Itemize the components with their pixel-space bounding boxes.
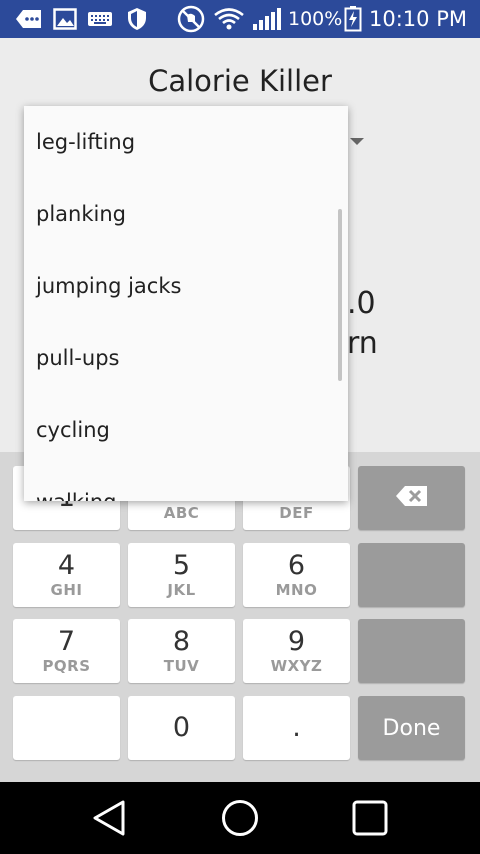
key-4[interactable]: 4 GHI: [13, 543, 120, 607]
exercise-dropdown: leg-lifting planking jumping jacks pull-…: [24, 106, 348, 501]
backspace-key[interactable]: [358, 466, 465, 530]
key-letters: ABC: [163, 504, 200, 522]
key-7[interactable]: 7 PQRS: [13, 619, 120, 683]
key-decimal[interactable]: .: [243, 696, 350, 760]
dropdown-item-jumping-jacks[interactable]: jumping jacks: [24, 250, 348, 322]
wifi-icon: [212, 7, 246, 31]
app-title: Calorie Killer: [148, 64, 332, 98]
clock: 10:10 PM: [369, 7, 467, 31]
message-icon: [14, 7, 44, 31]
blank-function-key[interactable]: [358, 619, 465, 683]
key-9[interactable]: 9 WXYZ: [243, 619, 350, 683]
signal-icon: [250, 7, 284, 31]
backspace-icon: [395, 485, 429, 511]
image-icon: [52, 7, 78, 31]
result-label: rn: [347, 326, 378, 361]
done-button[interactable]: Done: [358, 696, 465, 760]
key-number: 0: [172, 712, 191, 743]
key-letters: JKL: [167, 581, 196, 599]
back-icon[interactable]: [89, 798, 129, 838]
numeric-keyboard: 1 2 ABC 3 DEF 4 GHI 5 JKL 6 MNO 7 PQRS 8…: [0, 452, 480, 782]
dropdown-item-pull-ups[interactable]: pull-ups: [24, 322, 348, 394]
dropdown-item-walking[interactable]: walking: [24, 466, 348, 501]
done-label: Done: [382, 715, 441, 741]
spinner-arrow-icon[interactable]: [350, 138, 364, 145]
key-letters: DEF: [279, 504, 314, 522]
key-number: 4: [57, 550, 76, 581]
recents-icon[interactable]: [350, 798, 390, 838]
battery-charging-icon: [342, 6, 364, 32]
key-number: 6: [287, 550, 306, 581]
dropdown-item-leg-lifting[interactable]: leg-lifting: [24, 106, 348, 178]
key-5[interactable]: 5 JKL: [128, 543, 235, 607]
status-bar: 100% 10:10 PM: [0, 0, 480, 38]
key-letters: MNO: [275, 581, 318, 599]
key-letters: PQRS: [42, 657, 91, 675]
dropdown-item-planking[interactable]: planking: [24, 178, 348, 250]
key-letters: TUV: [163, 657, 200, 675]
key-8[interactable]: 8 TUV: [128, 619, 235, 683]
key-letters: GHI: [50, 581, 83, 599]
key-0[interactable]: 0: [128, 696, 235, 760]
key-6[interactable]: 6 MNO: [243, 543, 350, 607]
key-number: 9: [287, 626, 306, 657]
result-value: .0: [347, 286, 376, 321]
dropdown-item-cycling[interactable]: cycling: [24, 394, 348, 466]
shield-icon: [124, 7, 150, 31]
blank-key[interactable]: [13, 696, 120, 760]
do-not-disturb-icon: [176, 5, 206, 33]
navigation-bar: [0, 782, 480, 854]
battery-percent: 100%: [288, 8, 343, 30]
keyboard-icon: [86, 7, 114, 31]
key-number: 7: [57, 626, 76, 657]
dropdown-scrollbar[interactable]: [338, 209, 342, 381]
key-number: .: [292, 712, 301, 743]
blank-function-key[interactable]: [358, 543, 465, 607]
key-number: 5: [172, 550, 191, 581]
key-number: 8: [172, 626, 191, 657]
home-icon[interactable]: [220, 798, 260, 838]
key-letters: WXYZ: [270, 657, 323, 675]
